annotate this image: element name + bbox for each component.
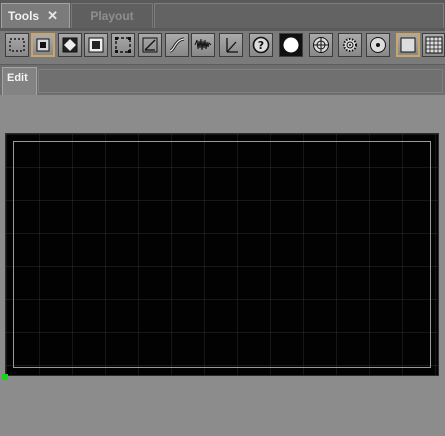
origin-marker [2,374,8,380]
svg-text:?: ? [258,39,264,52]
tab-edit[interactable]: Edit [2,67,37,95]
gear-button[interactable] [338,33,362,57]
curve-tool-button[interactable] [165,33,189,57]
edit-workspace [0,95,445,436]
tab-tools-label: Tools [8,9,40,23]
white-circle-icon [283,37,299,53]
waveform-button[interactable] [191,33,215,57]
filled-square-icon [88,37,104,53]
diamond-in-square-icon [62,37,78,53]
edit-tab-filler [38,69,443,93]
target-button[interactable] [309,33,333,57]
plain-square-button[interactable] [396,33,420,57]
tab-playout[interactable]: Playout [71,3,153,28]
square-bracket-icon [36,38,50,52]
preview-canvas[interactable] [5,133,439,376]
curve-icon [169,37,185,53]
tab-bar-filler [154,3,444,28]
tool-toolbar: ? [0,31,445,65]
help-button[interactable]: ? [249,33,273,57]
safe-area-frame [13,141,431,368]
edit-tab-bar: Edit [0,65,445,95]
grid-button[interactable] [422,33,445,57]
panel-tab-bar: Tools ✕ Playout [0,0,445,31]
tab-tools[interactable]: Tools ✕ [1,3,70,28]
white-circle-button[interactable] [279,33,303,57]
gear-icon [343,38,357,52]
filled-square-button[interactable] [84,33,108,57]
tab-edit-label: Edit [7,72,28,84]
ring-button[interactable] [366,33,390,57]
tab-playout-label: Playout [90,9,134,23]
ring-icon [370,37,386,53]
waveform-icon [194,38,212,51]
vector-axis-icon [226,38,238,53]
plain-square-icon [400,37,416,53]
dashed-square-icon [115,37,131,53]
help-icon: ? [252,36,270,54]
dashed-square-button[interactable] [111,33,135,57]
target-icon [313,37,329,53]
diamond-tool-button[interactable] [58,33,82,57]
bracket-tool-button[interactable] [31,33,55,57]
grid-icon [425,36,442,54]
marquee-select-icon [9,38,25,52]
angle-line-icon [142,37,158,53]
marquee-select-button[interactable] [5,33,29,57]
close-icon[interactable]: ✕ [47,8,58,24]
vector-axis-button[interactable] [219,33,243,57]
angle-line-button[interactable] [138,33,162,57]
